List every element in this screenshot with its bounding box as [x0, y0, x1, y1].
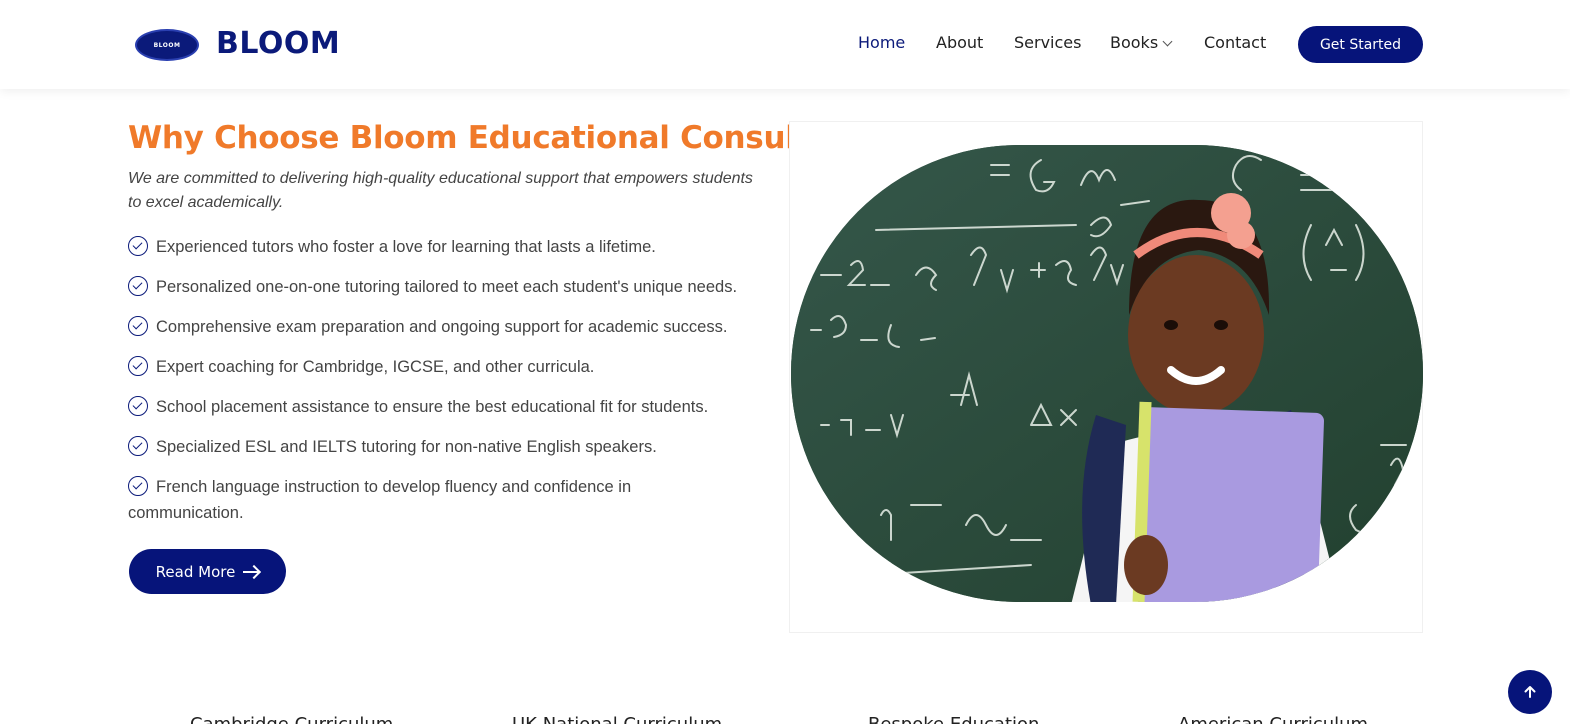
list-item: French language instruction to develop f…	[128, 474, 688, 526]
nav-services[interactable]: Services	[1014, 33, 1081, 52]
list-item-text: Expert coaching for Cambridge, IGCSE, an…	[156, 358, 595, 376]
list-item: Personalized one-on-one tutoring tailore…	[128, 274, 768, 300]
brand-name[interactable]: BLOOM	[216, 26, 340, 61]
check-circle-icon	[128, 316, 148, 336]
nav-services-label: Services	[1014, 33, 1082, 52]
read-more-label: Read More	[155, 562, 236, 581]
arrow-up-icon	[1524, 686, 1536, 698]
list-item-text: Comprehensive exam preparation and ongoi…	[156, 318, 728, 336]
list-item-text: Specialized ESL and IELTS tutoring for n…	[156, 438, 657, 456]
check-circle-icon	[128, 276, 148, 296]
check-circle-icon	[128, 356, 148, 376]
list-item-text: French language instruction to develop f…	[128, 478, 632, 522]
read-more-button[interactable]: Read More	[129, 549, 286, 594]
nav-about-label: About	[936, 33, 984, 52]
logo-text: BLOOM	[153, 41, 181, 49]
get-started-button[interactable]: Get Started	[1298, 26, 1423, 63]
list-item: Specialized ESL and IELTS tutoring for n…	[128, 434, 768, 460]
nav-home[interactable]: Home	[858, 33, 905, 52]
chalkboard-illustration	[791, 145, 1423, 602]
list-item-text: School placement assistance to ensure th…	[156, 398, 709, 416]
curriculum-item: Bespoke Education	[868, 714, 1039, 724]
site-header: BLOOM BLOOM Home About Services Books Co…	[0, 0, 1570, 89]
nav-contact[interactable]: Contact	[1204, 33, 1266, 52]
image-card	[789, 121, 1423, 633]
nav-about[interactable]: About	[936, 33, 983, 52]
curriculum-item: American Curriculum	[1178, 714, 1368, 724]
check-circle-icon	[128, 476, 148, 496]
section-title: Why Choose Bloom Educational Consult?	[128, 120, 828, 156]
nav-books-label: Books	[1110, 33, 1159, 52]
nav-home-label: Home	[858, 33, 906, 52]
list-item: Expert coaching for Cambridge, IGCSE, an…	[128, 354, 768, 380]
nav-books[interactable]: Books	[1110, 33, 1173, 52]
list-item-text: Experienced tutors who foster a love for…	[156, 238, 656, 256]
scroll-to-top-button[interactable]	[1508, 670, 1552, 714]
list-item: Experienced tutors who foster a love for…	[128, 234, 768, 260]
check-circle-icon	[128, 236, 148, 256]
curriculum-item: UK National Curriculum	[512, 714, 722, 724]
student-chalkboard-image	[791, 145, 1423, 602]
features-list: Experienced tutors who foster a love for…	[128, 234, 768, 540]
curriculum-item: Cambridge Curriculum	[190, 714, 393, 724]
list-item: Comprehensive exam preparation and ongoi…	[128, 314, 768, 340]
list-item-text: Personalized one-on-one tutoring tailore…	[156, 278, 738, 296]
section-subtitle: We are committed to delivering high-qual…	[128, 170, 753, 211]
list-item: School placement assistance to ensure th…	[128, 394, 768, 420]
nav-contact-label: Contact	[1204, 33, 1267, 52]
check-circle-icon	[128, 396, 148, 416]
check-circle-icon	[128, 436, 148, 456]
logo[interactable]: BLOOM	[135, 29, 199, 61]
chevron-down-icon	[1162, 36, 1173, 47]
arrow-right-icon	[243, 570, 260, 573]
curriculum-row: Cambridge Curriculum UK National Curricu…	[0, 714, 1570, 724]
